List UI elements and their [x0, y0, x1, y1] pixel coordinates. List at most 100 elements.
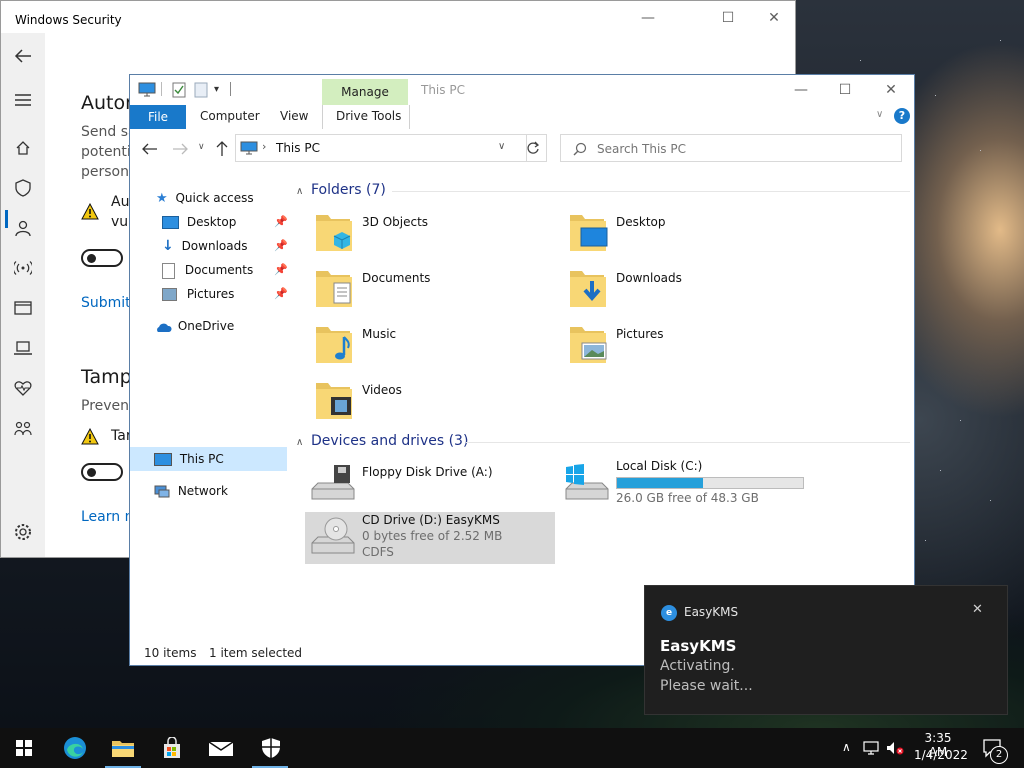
folder-item[interactable]: 3D Objects: [314, 209, 534, 257]
tab-manage[interactable]: Manage: [322, 79, 408, 105]
search-box[interactable]: [560, 134, 902, 162]
mail-envelope-icon: [208, 741, 234, 756]
maximize-button[interactable]: ☐: [717, 7, 739, 29]
description-line: potenti: [81, 144, 131, 160]
drive-item-cd[interactable]: CD Drive (D:) EasyKMS 0 bytes free of 2.…: [308, 513, 554, 563]
tab-view[interactable]: View: [280, 105, 308, 127]
folder-item[interactable]: Downloads: [568, 265, 788, 313]
nav-item-onedrive[interactable]: OneDrive: [154, 315, 234, 337]
tamper-protection-toggle[interactable]: [81, 463, 123, 481]
forward-arrow-icon[interactable]: [172, 143, 188, 155]
submit-sample-link[interactable]: Submit: [81, 295, 131, 311]
folder-item[interactable]: Documents: [314, 265, 534, 313]
volume-muted-icon[interactable]: [886, 740, 904, 756]
search-icon: [573, 142, 587, 156]
properties-icon[interactable]: [172, 82, 186, 98]
devices-group-header[interactable]: Devices and drives (3): [311, 433, 468, 449]
shield-icon[interactable]: [12, 177, 34, 199]
toast-title: EasyKMS: [660, 637, 737, 655]
nav-item-downloads[interactable]: ↓ Downloads: [162, 235, 247, 257]
taskbar: ∧ 3:35 AM 1/4/2022 2: [0, 728, 1024, 768]
selection-count: 1 item selected: [209, 646, 303, 660]
back-arrow-icon[interactable]: [12, 45, 34, 67]
device-laptop-icon[interactable]: [12, 337, 34, 359]
start-button[interactable]: [10, 734, 38, 762]
help-icon[interactable]: ?: [894, 108, 910, 124]
clock-date[interactable]: 1/4/2022: [914, 748, 968, 762]
store-button[interactable]: [158, 734, 186, 762]
family-icon[interactable]: [12, 417, 34, 439]
nav-item-network[interactable]: Network: [154, 480, 228, 502]
address-bar[interactable]: › This PC ∨: [235, 134, 527, 162]
heart-health-icon[interactable]: [12, 377, 34, 399]
videos-folder-icon: [316, 383, 352, 419]
chevron-up-icon[interactable]: ∧: [842, 740, 851, 754]
refresh-button[interactable]: [519, 134, 547, 162]
folders-group-header[interactable]: Folders (7): [311, 182, 386, 198]
toast-notification[interactable]: e EasyKMS ✕ EasyKMS Activating. Please w…: [644, 585, 1008, 715]
refresh-icon: [526, 141, 539, 154]
group-divider: [392, 191, 910, 192]
toast-message: Please wait...: [660, 678, 753, 694]
network-icon[interactable]: [862, 740, 880, 756]
windows-security-button[interactable]: [257, 734, 285, 762]
close-button[interactable]: ✕: [763, 7, 785, 29]
nav-item-quick-access[interactable]: ★ Quick access: [156, 187, 254, 209]
folder-icon: [112, 741, 134, 757]
back-arrow-icon[interactable]: [142, 143, 158, 155]
pin-icon[interactable]: 📌: [274, 263, 288, 276]
maximize-button[interactable]: ☐: [834, 79, 856, 101]
customize-toolbar-icon[interactable]: ▾: [214, 84, 219, 95]
breadcrumb-chevron-icon[interactable]: ›: [262, 140, 266, 153]
group-divider: [466, 442, 910, 443]
mail-button[interactable]: [207, 734, 235, 762]
nav-item-this-pc[interactable]: This PC: [154, 448, 224, 470]
folder-item[interactable]: Videos: [314, 377, 534, 425]
nav-item-documents[interactable]: Documents: [162, 259, 253, 281]
nav-item-desktop[interactable]: Desktop: [162, 211, 236, 233]
address-dropdown-icon[interactable]: ∨: [498, 141, 505, 152]
nav-label: Desktop: [186, 215, 237, 229]
home-icon[interactable]: [12, 137, 34, 159]
file-explorer-window[interactable]: ▾ Manage This PC — ☐ ✕ File Computer Vie…: [129, 74, 915, 666]
minimize-button[interactable]: —: [637, 7, 659, 29]
pin-icon[interactable]: 📌: [274, 215, 288, 228]
drive-item-floppy[interactable]: Floppy Disk Drive (A:): [308, 459, 548, 509]
breadcrumb-this-pc[interactable]: This PC: [276, 141, 320, 155]
edge-browser-button[interactable]: [61, 734, 89, 762]
expand-ribbon-icon[interactable]: ∨: [876, 109, 883, 120]
wireless-icon[interactable]: [12, 257, 34, 279]
settings-gear-icon[interactable]: [12, 521, 34, 543]
notification-badge: 2: [990, 746, 1008, 764]
pin-icon[interactable]: 📌: [274, 239, 288, 252]
folder-label: Documents: [362, 271, 431, 285]
tab-computer[interactable]: Computer: [200, 105, 260, 127]
content-pane: ∧ Folders (7) 3D Objects Documents Music…: [290, 175, 914, 645]
item-count: 10 items: [144, 646, 197, 660]
up-arrow-icon[interactable]: [216, 141, 228, 157]
recent-locations-icon[interactable]: ∨: [198, 142, 205, 152]
folder-item[interactable]: Music: [314, 321, 534, 369]
pin-icon[interactable]: 📌: [274, 287, 288, 300]
search-input[interactable]: [595, 139, 889, 159]
title-ribbon-area: ▾ Manage This PC — ☐ ✕ File Computer Vie…: [130, 75, 914, 129]
collapse-chevron-icon[interactable]: ∧: [296, 437, 303, 448]
nav-label: This PC: [179, 452, 224, 466]
person-icon[interactable]: [12, 217, 34, 239]
hamburger-menu-icon[interactable]: [12, 89, 34, 111]
folder-label: Desktop: [616, 215, 666, 229]
close-icon[interactable]: ✕: [972, 602, 983, 617]
file-explorer-button[interactable]: [109, 734, 137, 762]
new-folder-icon[interactable]: [194, 82, 208, 98]
collapse-chevron-icon[interactable]: ∧: [296, 186, 303, 197]
auto-submit-toggle[interactable]: [81, 249, 123, 267]
close-button[interactable]: ✕: [880, 79, 902, 101]
folder-item[interactable]: Pictures: [568, 321, 788, 369]
app-browser-icon[interactable]: [12, 297, 34, 319]
folder-label: Videos: [362, 383, 402, 397]
nav-item-pictures[interactable]: Pictures: [162, 283, 234, 305]
folder-item[interactable]: Desktop: [568, 209, 788, 257]
tab-drive-tools[interactable]: Drive Tools: [336, 105, 401, 127]
minimize-button[interactable]: —: [790, 79, 812, 101]
tab-file[interactable]: File: [130, 105, 186, 129]
